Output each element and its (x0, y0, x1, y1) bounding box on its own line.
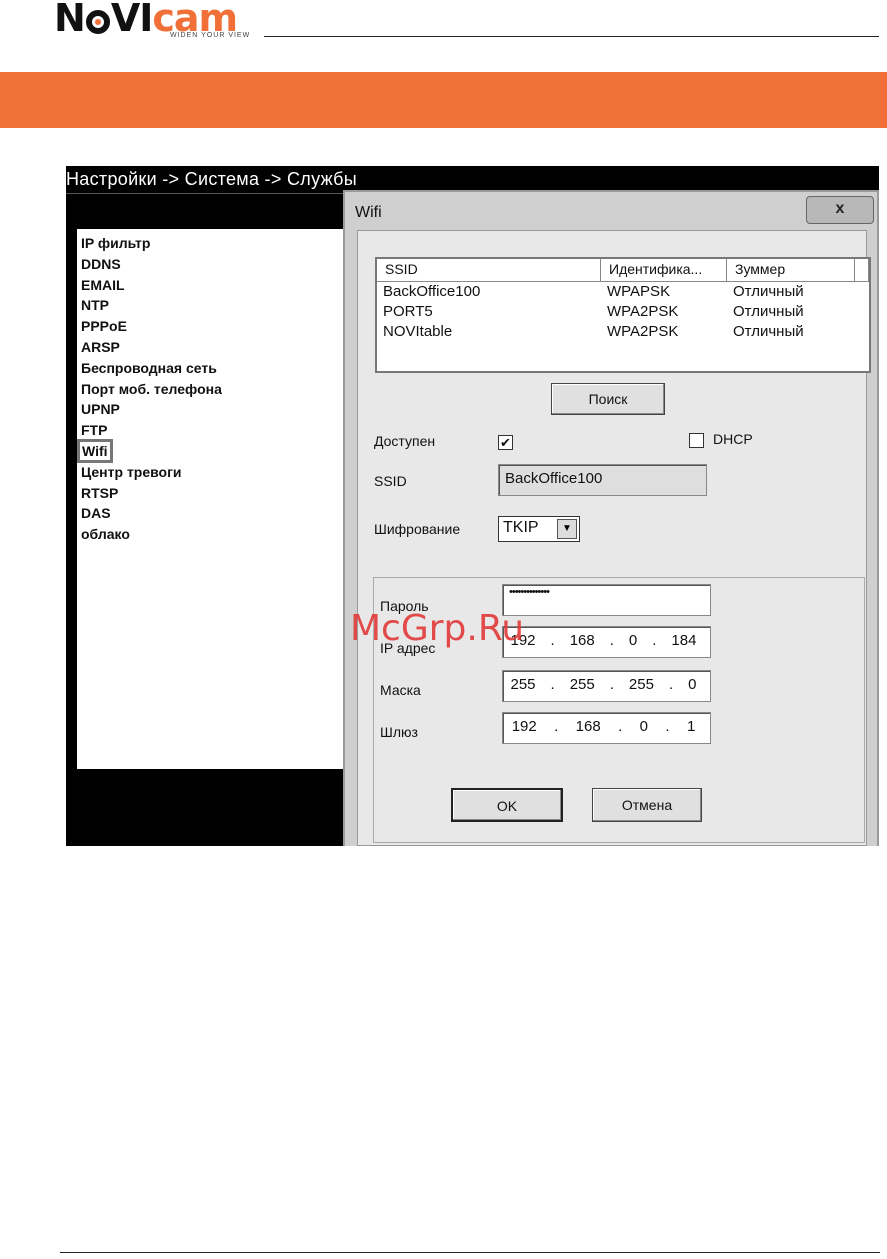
footer-divider (60, 1252, 880, 1253)
column-auth[interactable]: Идентифика... (601, 259, 727, 281)
mask-octet: 255 (510, 676, 536, 693)
ip-octet: 168 (569, 632, 595, 649)
dhcp-label: DHCP (713, 431, 753, 447)
header-divider (264, 36, 879, 37)
chevron-down-icon[interactable]: ▼ (557, 519, 577, 539)
mask-octet: 0 (688, 676, 697, 693)
row-signal: Отличный (733, 283, 804, 300)
row-auth: WPA2PSK (607, 303, 679, 320)
column-ssid[interactable]: SSID (377, 259, 601, 281)
close-icon: x (835, 200, 845, 217)
table-row[interactable]: PORT5 WPA2PSK Отличный (377, 302, 869, 322)
dhcp-checkbox[interactable] (689, 433, 704, 448)
ok-button[interactable]: OK (451, 788, 563, 822)
row-ssid: BackOffice100 (383, 283, 481, 300)
mask-octet: 255 (628, 676, 654, 693)
encryption-label: Шифрование (374, 521, 461, 537)
gateway-label: Шлюз (380, 724, 418, 740)
ip-octet: 0 (628, 632, 638, 649)
wifi-dialog: Wifi x SSID Идентифика... Зуммер BackOff… (343, 190, 879, 846)
gateway-octet: 168 (575, 718, 601, 735)
section-banner (0, 72, 887, 128)
row-ssid: PORT5 (383, 303, 433, 320)
row-ssid: NOVItable (383, 323, 453, 340)
gateway-octet: 0 (639, 718, 648, 735)
ssid-label: SSID (374, 473, 407, 489)
gateway-field[interactable]: 192. 168. 0. 1 (502, 712, 711, 744)
mask-label: Маска (380, 682, 421, 698)
list-header: SSID Идентифика... Зуммер (377, 259, 869, 282)
dialog-title: Wifi (355, 204, 382, 221)
row-auth: WPA2PSK (607, 323, 679, 340)
cancel-button[interactable]: Отмена (592, 788, 702, 822)
table-row[interactable]: BackOffice100 WPAPSK Отличный (377, 282, 869, 302)
enabled-checkbox[interactable]: ✔ (498, 435, 513, 450)
breadcrumb: Настройки -> Система -> Службы (66, 169, 357, 189)
ssid-field[interactable]: BackOffice100 (498, 464, 707, 496)
column-extra (855, 259, 869, 281)
password-field[interactable]: •••••••••••••• (502, 584, 711, 616)
logo-o-ring-icon (85, 10, 110, 34)
encryption-value: TKIP (503, 519, 539, 536)
logo-tagline: WIDEN YOUR VIEW (170, 32, 251, 39)
ip-octet: 184 (671, 632, 697, 649)
watermark: McGrp.Ru (350, 608, 525, 649)
enabled-label: Доступен (374, 433, 436, 449)
row-auth: WPAPSK (607, 283, 671, 300)
search-button[interactable]: Поиск (551, 383, 665, 415)
column-signal[interactable]: Зуммер (727, 259, 855, 281)
mask-field[interactable]: 255. 255. 255. 0 (502, 670, 711, 702)
gateway-octet: 1 (686, 718, 696, 735)
table-row[interactable]: NOVItable WPA2PSK Отличный (377, 322, 869, 342)
gateway-octet: 192 (511, 718, 537, 735)
ip-address-field[interactable]: 192. 168. 0. 184 (502, 626, 711, 658)
novicam-logo: N VIcam WIDEN YOUR VIEW (54, 0, 264, 42)
dialog-body: SSID Идентифика... Зуммер BackOffice100 … (357, 230, 871, 846)
row-signal: Отличный (733, 323, 804, 340)
mask-octet: 255 (569, 676, 595, 693)
wifi-network-list[interactable]: SSID Идентифика... Зуммер BackOffice100 … (375, 257, 871, 373)
dvr-settings-screen: Настройки -> Система -> Службы IP фильтр… (66, 166, 879, 846)
encryption-select[interactable]: TKIP ▼ (498, 516, 580, 542)
row-signal: Отличный (733, 303, 804, 320)
close-button[interactable]: x (806, 196, 874, 224)
